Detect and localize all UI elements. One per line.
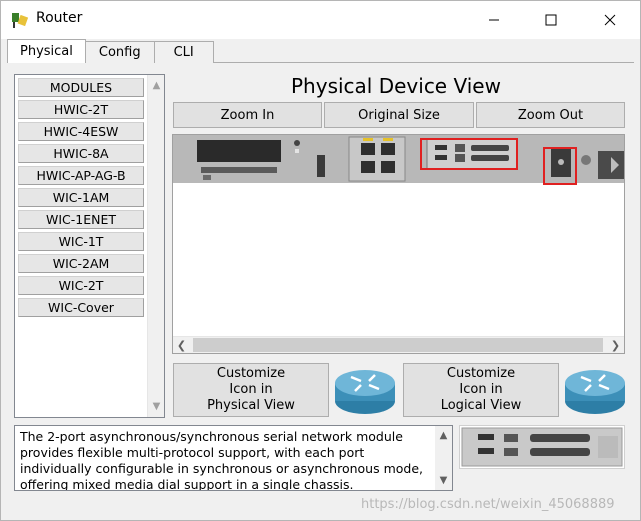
customize-physical-line-1: Customize bbox=[216, 366, 286, 381]
customize-logical-line-1: Customize bbox=[446, 366, 516, 381]
router-app-icon bbox=[12, 13, 29, 28]
module-item-hwic-8a[interactable]: HWIC-8A bbox=[18, 144, 144, 163]
minimize-icon bbox=[489, 19, 499, 21]
minimize-button[interactable] bbox=[471, 1, 517, 39]
router-physical-icon bbox=[335, 370, 395, 414]
customize-physical-icon-button[interactable]: Customize Icon in Physical View bbox=[173, 363, 329, 417]
tab-config[interactable]: Config bbox=[84, 41, 155, 63]
module-thumbnail bbox=[459, 425, 625, 469]
module-item-hwic-4esw[interactable]: HWIC-4ESW bbox=[18, 122, 144, 141]
customize-physical-line-2: Icon in bbox=[229, 382, 273, 397]
zoom-in-button[interactable]: Zoom In bbox=[173, 102, 322, 128]
customize-physical-line-3: Physical View bbox=[207, 398, 295, 413]
module-item-hwic-ap-ag-b[interactable]: HWIC-AP-AG-B bbox=[18, 166, 144, 185]
tab-physical[interactable]: Physical bbox=[7, 39, 86, 63]
maximize-icon bbox=[545, 14, 557, 26]
watermark-text: https://blog.csdn.net/weixin_45068889 bbox=[361, 497, 615, 512]
zoom-out-button[interactable]: Zoom Out bbox=[476, 102, 625, 128]
physical-device-view-title: Physical Device View bbox=[291, 74, 501, 98]
module-item-wic-1am[interactable]: WIC-1AM bbox=[18, 188, 144, 207]
scroll-right-icon[interactable]: ❯ bbox=[607, 337, 624, 353]
module-description-text: The 2-port asynchronous/synchronous seri… bbox=[20, 429, 423, 491]
router-window: Router Physical Config CLI MODULES HWIC-… bbox=[0, 0, 641, 521]
serial-module-image bbox=[461, 427, 623, 467]
original-size-button[interactable]: Original Size bbox=[324, 102, 474, 128]
customize-logical-line-3: Logical View bbox=[440, 398, 522, 413]
module-item-wic-2am[interactable]: WIC-2AM bbox=[18, 254, 144, 273]
description-scrollbar[interactable]: ▲ ▼ bbox=[435, 426, 452, 490]
customize-logical-line-2: Icon in bbox=[459, 382, 503, 397]
customize-logical-icon-button[interactable]: Customize Icon in Logical View bbox=[403, 363, 559, 417]
module-item-wic-cover[interactable]: WIC-Cover bbox=[18, 298, 144, 317]
power-switch-highlight[interactable] bbox=[543, 147, 577, 185]
module-item-hwic-2t[interactable]: HWIC-2T bbox=[18, 100, 144, 119]
modules-scrollbar[interactable]: ▲ ▼ bbox=[147, 75, 164, 417]
scroll-up-icon[interactable]: ▲ bbox=[148, 77, 165, 94]
device-horizontal-scrollbar[interactable]: ❮ ❯ bbox=[173, 336, 624, 353]
serial-module-highlight bbox=[420, 138, 518, 170]
module-item-wic-2t[interactable]: WIC-2T bbox=[18, 276, 144, 295]
module-item-wic-1enet[interactable]: WIC-1ENET bbox=[18, 210, 144, 229]
router-logical-icon bbox=[565, 370, 625, 414]
module-description-box[interactable]: The 2-port asynchronous/synchronous seri… bbox=[14, 425, 453, 491]
modules-list[interactable]: MODULES HWIC-2T HWIC-4ESW HWIC-8A HWIC-A… bbox=[14, 74, 165, 418]
module-header[interactable]: MODULES bbox=[18, 78, 144, 97]
tab-bar: Physical Config CLI bbox=[7, 39, 214, 63]
maximize-button[interactable] bbox=[528, 1, 574, 39]
scroll-thumb[interactable] bbox=[193, 338, 603, 352]
scroll-left-icon[interactable]: ❮ bbox=[173, 337, 190, 353]
module-item-wic-1t[interactable]: WIC-1T bbox=[18, 232, 144, 251]
tab-cli[interactable]: CLI bbox=[153, 41, 214, 63]
device-viewport[interactable]: ❮ ❯ bbox=[172, 134, 625, 354]
title-bar: Router bbox=[1, 1, 640, 39]
close-button[interactable] bbox=[587, 1, 633, 39]
close-icon bbox=[604, 14, 616, 26]
desc-scroll-up-icon[interactable]: ▲ bbox=[435, 427, 452, 444]
scroll-down-icon[interactable]: ▼ bbox=[148, 398, 165, 415]
window-title: Router bbox=[36, 10, 83, 26]
desc-scroll-down-icon[interactable]: ▼ bbox=[435, 472, 452, 489]
